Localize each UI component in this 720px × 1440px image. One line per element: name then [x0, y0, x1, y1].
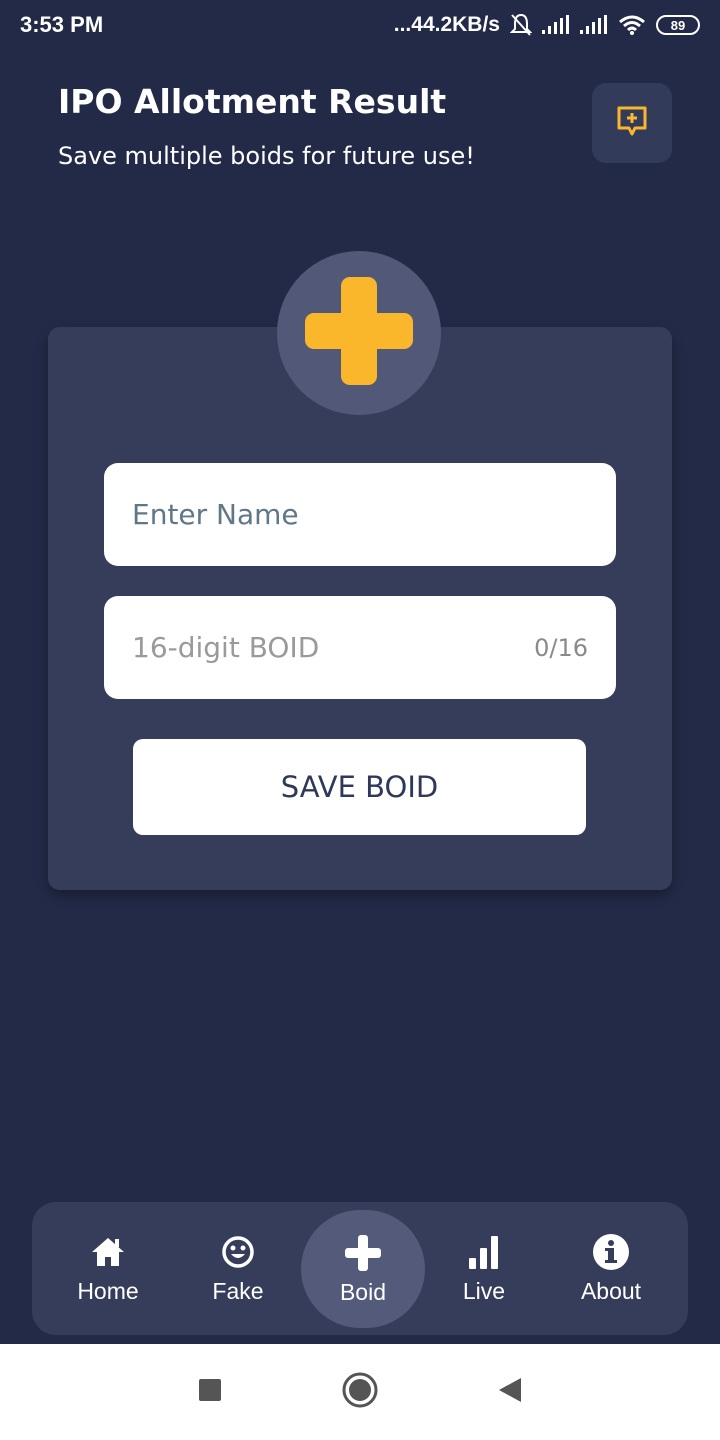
battery-icon: 89	[656, 15, 700, 35]
add-boid-badge	[277, 251, 441, 415]
square-icon	[198, 1378, 222, 1406]
nav-item-boid[interactable]: Boid	[301, 1210, 425, 1328]
circle-home-icon	[341, 1371, 379, 1413]
signal-icon	[542, 15, 570, 35]
page-title: IPO Allotment Result	[58, 82, 447, 121]
system-nav-bar	[0, 1344, 720, 1440]
nav-label-live: Live	[462, 1278, 506, 1304]
nav-item-about[interactable]: About	[549, 1202, 673, 1335]
nav-item-home[interactable]: Home	[46, 1202, 170, 1335]
boid-input[interactable]	[132, 596, 532, 699]
nav-label-about: About	[580, 1278, 642, 1304]
name-field[interactable]	[104, 463, 616, 566]
boid-field[interactable]: 0/16	[104, 596, 616, 699]
recents-button[interactable]	[190, 1344, 230, 1440]
boid-char-counter: 0/16	[534, 634, 588, 662]
status-time: 3:53 PM	[20, 12, 104, 37]
home-system-button[interactable]	[338, 1344, 382, 1440]
back-triangle-icon	[497, 1376, 523, 1408]
bell-off-icon	[510, 13, 532, 37]
nav-label-home: Home	[77, 1278, 139, 1304]
feedback-add-icon	[615, 104, 649, 142]
page-subtitle: Save multiple boids for future use!	[58, 142, 475, 170]
signal-icon	[580, 15, 608, 35]
name-input[interactable]	[132, 463, 532, 566]
plus-icon	[344, 1233, 382, 1273]
smile-icon	[221, 1232, 255, 1272]
status-bar: 3:53 PM ...44.2KB/s 89	[0, 0, 720, 52]
save-boid-button[interactable]: SAVE BOID	[133, 739, 586, 835]
bottom-nav: Home Fake Boid Live About	[32, 1202, 688, 1335]
nav-label-fake: Fake	[212, 1278, 264, 1304]
info-icon	[592, 1232, 630, 1272]
status-icons: ...44.2KB/s 89	[394, 10, 700, 40]
nav-item-fake[interactable]: Fake	[176, 1202, 300, 1335]
nav-label-boid: Boid	[339, 1278, 387, 1305]
plus-icon	[304, 276, 414, 390]
home-icon	[90, 1232, 126, 1272]
back-button[interactable]	[490, 1344, 530, 1440]
wifi-icon	[618, 14, 646, 36]
bar-chart-icon	[467, 1232, 501, 1272]
network-speed: ...44.2KB/s	[393, 13, 500, 36]
nav-item-live[interactable]: Live	[422, 1202, 546, 1335]
feedback-button[interactable]	[592, 83, 672, 163]
